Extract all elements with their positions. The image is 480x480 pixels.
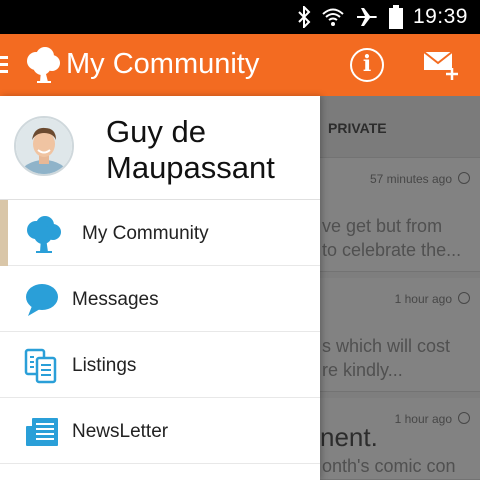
app-bar: My Community i [0,34,480,96]
compose-message-icon[interactable] [422,48,462,82]
active-indicator [0,200,8,266]
drawer-item-label: Messages [72,289,159,310]
user-name: Guy de Maupassant [106,114,306,186]
drawer-item-listings[interactable]: Listings [0,332,320,398]
documents-icon [24,348,60,384]
tree-icon [24,216,61,253]
newspaper-icon [24,414,60,450]
status-time: 19:39 [412,5,468,28]
airplane-icon [355,6,379,28]
bluetooth-icon [297,6,311,28]
wifi-icon [321,6,345,28]
navigation-drawer: Guy de Maupassant My Community Messages [0,96,320,480]
status-icons: 19:39 [297,0,468,34]
status-bar: 19:39 [0,0,480,34]
app-title: My Community [66,48,260,80]
drawer-item-label: NewsLetter [72,421,169,442]
drawer-item-messages[interactable]: Messages [0,266,320,332]
profile-header[interactable]: Guy de Maupassant [0,96,320,200]
drawer-item-my-community[interactable]: My Community [0,200,320,266]
battery-icon [388,5,403,29]
info-icon[interactable]: i [350,48,384,82]
scrim-overlay[interactable] [320,96,480,480]
menu-icon[interactable] [0,56,8,74]
drawer-item-label: Listings [72,355,137,376]
drawer-item-label: My Community [82,223,209,244]
avatar[interactable] [14,116,74,176]
user-name-line2: Maupassant [106,150,275,185]
user-name-line1: Guy de [106,114,206,149]
tree-logo-icon[interactable] [24,46,62,84]
chat-bubble-icon [24,282,60,318]
drawer-item-newsletter[interactable]: NewsLetter [0,398,320,464]
